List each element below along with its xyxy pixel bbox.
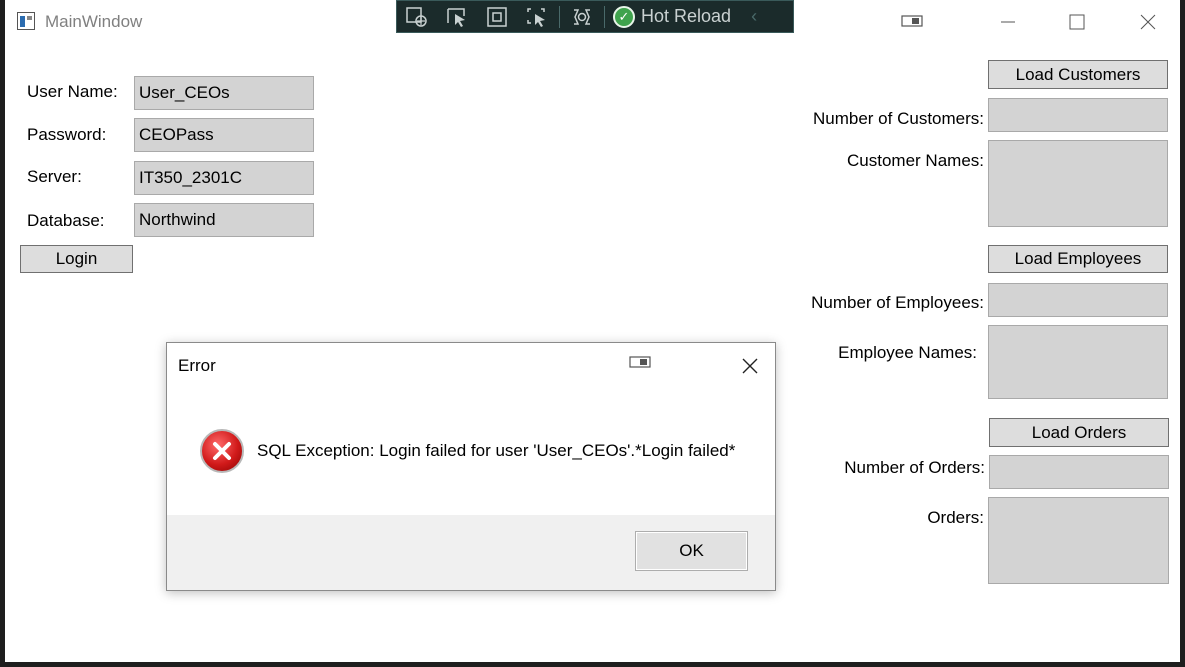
username-label: User Name: (27, 82, 118, 101)
track-focused-element-icon[interactable] (517, 0, 557, 33)
minimize-icon (1001, 21, 1015, 23)
select-element-icon[interactable] (437, 0, 477, 33)
hot-reload-check-icon: ✓ (613, 5, 635, 28)
dialog-close-button[interactable] (735, 353, 765, 379)
collapse-toolbar-icon[interactable]: ‹ (751, 6, 757, 27)
username-input[interactable] (134, 76, 314, 110)
employee-names-label: Employee Names: (838, 343, 977, 362)
close-icon (1140, 14, 1156, 30)
hot-reload-label[interactable]: Hot Reload (641, 6, 731, 27)
orders-label: Orders: (927, 508, 984, 527)
ok-button[interactable]: OK (635, 531, 748, 571)
minimize-button[interactable] (988, 8, 1028, 36)
app-window-icon (17, 12, 35, 30)
order-count-field[interactable] (989, 455, 1169, 489)
toolbar-separator (604, 5, 605, 28)
orders-field[interactable] (988, 497, 1169, 584)
password-label: Password: (27, 125, 107, 144)
close-icon (742, 358, 758, 374)
display-layout-adorners-icon[interactable] (477, 0, 517, 33)
snap-window-icon[interactable] (901, 15, 923, 27)
server-input[interactable] (134, 161, 314, 195)
employee-count-field[interactable] (988, 283, 1168, 317)
customer-count-field[interactable] (988, 98, 1168, 132)
password-input[interactable] (134, 118, 314, 152)
xaml-debug-toolbar: ✓ Hot Reload ‹ (396, 0, 794, 33)
title-bar: MainWindow ✓ Hot Reload ‹ (5, 0, 1180, 44)
load-orders-button[interactable]: Load Orders (989, 418, 1169, 447)
error-dialog: Error SQL Exception: Login failed for us… (166, 342, 776, 591)
accessibility-checker-icon[interactable] (562, 0, 602, 33)
server-label: Server: (27, 167, 82, 186)
dialog-title: Error (178, 356, 216, 375)
customer-count-label: Number of Customers: (813, 109, 984, 128)
snap-window-icon[interactable] (628, 356, 652, 368)
employee-names-field[interactable] (988, 325, 1168, 399)
maximize-button[interactable] (1057, 8, 1097, 36)
maximize-icon (1069, 14, 1085, 30)
toolbar-separator (559, 5, 560, 28)
customer-names-field[interactable] (988, 140, 1168, 227)
database-label: Database: (27, 211, 105, 230)
main-window: MainWindow ✓ Hot Reload ‹ User Name: Use… (5, 0, 1180, 662)
close-button[interactable] (1128, 8, 1168, 36)
employee-count-label: Number of Employees: (811, 293, 984, 312)
go-to-live-visual-tree-icon[interactable] (397, 0, 437, 33)
load-customers-button[interactable]: Load Customers (988, 60, 1168, 89)
load-employees-button[interactable]: Load Employees (988, 245, 1168, 273)
customer-names-label: Customer Names: (847, 151, 984, 170)
database-input[interactable] (134, 203, 314, 237)
error-icon (200, 429, 244, 473)
window-title: MainWindow (45, 12, 143, 31)
order-count-label: Number of Orders: (844, 458, 985, 477)
error-message: SQL Exception: Login failed for user 'Us… (257, 441, 736, 460)
login-button[interactable]: Login (20, 245, 133, 273)
